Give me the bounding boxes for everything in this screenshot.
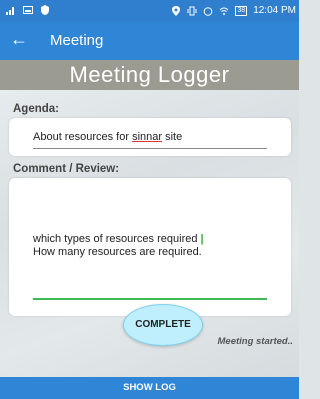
- battery-icon: 38: [235, 5, 248, 16]
- main-content: Meeting Logger Agenda: About resources f…: [0, 60, 299, 377]
- comment-line-2: How many resources are required.: [33, 246, 202, 258]
- alarm-icon: [204, 6, 213, 16]
- comment-field[interactable]: which types of resources required | How …: [9, 178, 291, 316]
- agenda-underline: [33, 148, 267, 149]
- page-title: Meeting Logger: [0, 60, 299, 90]
- agenda-label: Agenda:: [13, 103, 59, 115]
- meeting-status-text: Meeting started..: [217, 336, 294, 347]
- status-bar: 38 12:04 PM: [0, 0, 299, 22]
- agenda-value-prefix: About resources for: [33, 131, 133, 143]
- complete-button[interactable]: COMPLETE: [123, 304, 203, 346]
- agenda-field[interactable]: About resources for sinnar site: [9, 118, 291, 156]
- vibrate-icon: [187, 6, 197, 15]
- agenda-value: About resources for sinnar site: [33, 131, 182, 143]
- show-log-button[interactable]: SHOW LOG: [0, 377, 299, 399]
- status-left-icons: [6, 5, 50, 15]
- comment-label: Comment / Review:: [13, 163, 120, 175]
- comment-line-1: which types of resources required: [33, 233, 198, 245]
- status-right-icons: 38 12:04 PM: [171, 5, 296, 16]
- wifi-icon: [220, 7, 229, 15]
- back-arrow-icon[interactable]: ←: [10, 30, 28, 48]
- shield-icon: [41, 5, 49, 15]
- app-bar: ← Meeting: [0, 22, 299, 60]
- app-bar-title: Meeting: [50, 32, 104, 49]
- location-icon: [172, 5, 181, 16]
- text-cursor: |: [200, 233, 204, 245]
- comment-value: which types of resources required | How …: [33, 233, 204, 259]
- status-time: 12:04 PM: [253, 5, 296, 16]
- comment-underline: [33, 298, 267, 300]
- signal-icon: [6, 7, 14, 15]
- agenda-value-suffix: site: [162, 131, 183, 143]
- agenda-value-misspelled: sinnar: [132, 131, 163, 143]
- screenshot-icon: [23, 6, 33, 14]
